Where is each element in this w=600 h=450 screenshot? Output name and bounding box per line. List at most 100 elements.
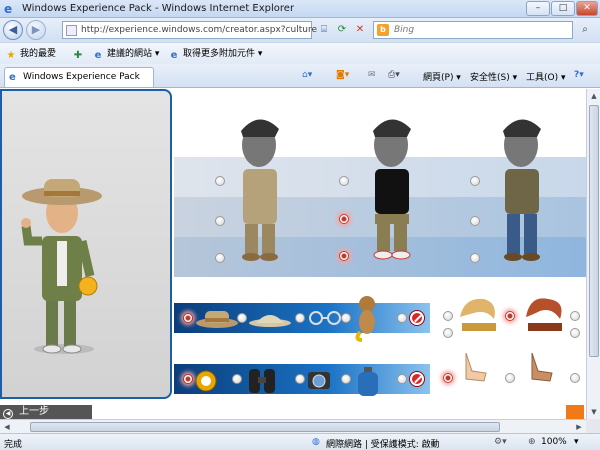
binoculars-icon[interactable] bbox=[246, 365, 280, 397]
page-content: ◀ 上一步 bbox=[0, 89, 586, 419]
tools-menu[interactable]: 工具(O) ▾ bbox=[526, 70, 566, 83]
hat-radio-none[interactable] bbox=[397, 313, 407, 323]
item-radio-none[interactable] bbox=[397, 374, 407, 384]
search-box[interactable]: b Bing bbox=[373, 21, 573, 39]
light-skin-hand-icon[interactable] bbox=[460, 349, 490, 385]
security-zone[interactable]: 網際網路 | 受保護模式: 啟動 bbox=[326, 437, 440, 450]
address-bar[interactable]: http://experience.windows.com/creator.as… bbox=[62, 21, 317, 39]
zone-settings-icon[interactable]: ⚙▾ bbox=[494, 437, 507, 447]
skin-radio-light-selected[interactable] bbox=[443, 373, 453, 383]
goggles-icon[interactable] bbox=[305, 311, 345, 325]
outfit-safari bbox=[241, 119, 279, 261]
scroll-up-icon[interactable]: ▲ bbox=[587, 89, 600, 103]
hat-radio-monkey[interactable] bbox=[341, 313, 351, 323]
scroll-left-icon[interactable]: ◀ bbox=[0, 420, 14, 434]
print-icon[interactable]: ⎙▾ bbox=[388, 70, 400, 80]
safari-hat-icon[interactable] bbox=[195, 307, 240, 329]
outfit-options[interactable] bbox=[225, 109, 555, 269]
skin-radio-other[interactable] bbox=[570, 373, 580, 383]
stop-icon[interactable]: ✕ bbox=[352, 22, 368, 38]
status-bar: 完成 ◍ 網際網路 | 受保護模式: 啟動 ⚙▾ ⊕ 100% ▾ bbox=[0, 433, 600, 450]
ie-page-icon: e bbox=[94, 50, 102, 61]
blonde-hair-icon[interactable] bbox=[456, 293, 500, 333]
suggested-sites-link[interactable]: e 建議的網站 ▾ bbox=[92, 47, 160, 61]
skin-radio-medium[interactable] bbox=[505, 373, 515, 383]
forward-icon[interactable]: ▶ bbox=[26, 20, 46, 40]
hair-radio-other-2[interactable] bbox=[570, 328, 580, 338]
auburn-hair-icon[interactable] bbox=[522, 293, 566, 333]
compass-icon[interactable] bbox=[193, 367, 219, 395]
hat-radio-safari-selected[interactable] bbox=[183, 313, 193, 323]
zoom-level[interactable]: 100% bbox=[541, 437, 567, 447]
vertical-scrollbar[interactable]: ▲ ▼ bbox=[586, 89, 600, 419]
hat-radio-goggles[interactable] bbox=[295, 313, 305, 323]
scroll-right-icon[interactable]: ▶ bbox=[572, 420, 586, 434]
help-menu[interactable]: ?▾ bbox=[574, 70, 584, 80]
scroll-down-icon[interactable]: ▼ bbox=[587, 405, 600, 419]
outfit-radio-1-mid[interactable] bbox=[215, 216, 225, 226]
hair-radio-blonde-2[interactable] bbox=[443, 328, 453, 338]
hair-radio-blonde[interactable] bbox=[443, 311, 453, 321]
outfit-radio-3-mid[interactable] bbox=[470, 216, 480, 226]
maximize-button[interactable]: □ bbox=[551, 1, 575, 16]
search-icon[interactable]: ⌕ bbox=[577, 22, 593, 38]
outfit-radio-3-bottom[interactable] bbox=[470, 253, 480, 263]
status-text: 完成 bbox=[4, 440, 23, 450]
pith-helmet-icon[interactable] bbox=[248, 307, 293, 329]
camera-icon[interactable] bbox=[306, 367, 332, 393]
favorites-label: 我的最愛 bbox=[20, 49, 57, 59]
tab-label: Windows Experience Pack bbox=[23, 72, 140, 82]
outfit-radio-1-top[interactable] bbox=[215, 176, 225, 186]
add-favorites-icon[interactable]: ✚ bbox=[72, 47, 87, 61]
outfit-camo bbox=[503, 119, 541, 261]
ie-window: e Windows Experience Pack - Windows Inte… bbox=[0, 0, 600, 450]
canteen-icon[interactable] bbox=[356, 367, 380, 397]
refresh-icon[interactable]: ⟳ bbox=[334, 22, 350, 38]
tab-windows-experience-pack[interactable]: e Windows Experience Pack bbox=[4, 67, 154, 87]
outfit-radio-2-bottom-selected[interactable] bbox=[339, 251, 349, 261]
monkey-icon[interactable] bbox=[352, 292, 382, 342]
close-button[interactable]: ✕ bbox=[576, 1, 598, 16]
item-radio-binoculars[interactable] bbox=[232, 374, 242, 384]
search-placeholder: Bing bbox=[394, 25, 415, 35]
horizontal-scroll-thumb[interactable] bbox=[30, 422, 500, 432]
bing-icon: b bbox=[377, 24, 389, 36]
ie-logo-icon: e bbox=[4, 2, 13, 16]
favorites-bar: ★ 我的最愛 ✚ e 建議的網站 ▾ e 取得更多附加元件 ▾ bbox=[0, 42, 600, 64]
no-item-icon[interactable] bbox=[410, 372, 424, 386]
vertical-scroll-thumb[interactable] bbox=[589, 105, 599, 357]
scroll-corner bbox=[586, 419, 600, 433]
home-icon[interactable]: ⌂▾ bbox=[302, 70, 312, 80]
compat-view-icon[interactable]: ⌸ bbox=[316, 22, 332, 38]
item-radio-canteen[interactable] bbox=[341, 374, 351, 384]
zoom-icon: ⊕ bbox=[528, 437, 536, 447]
page-icon bbox=[66, 25, 77, 36]
page-menu[interactable]: 網頁(P) ▾ bbox=[423, 70, 461, 83]
outfit-radio-2-mid-selected[interactable] bbox=[339, 214, 349, 224]
avatar-preview-panel bbox=[0, 89, 172, 399]
outfit-radio-1-bottom[interactable] bbox=[215, 253, 225, 263]
hair-radio-other[interactable] bbox=[570, 311, 580, 321]
addons-label: 取得更多附加元件 ▾ bbox=[183, 49, 263, 59]
previous-step-button[interactable]: ◀ 上一步 bbox=[0, 405, 92, 419]
outfit-radio-2-top[interactable] bbox=[339, 176, 349, 186]
minimize-button[interactable]: – bbox=[526, 1, 550, 16]
favorites-button[interactable]: ★ 我的最愛 bbox=[5, 47, 57, 61]
next-step-button[interactable] bbox=[566, 405, 584, 419]
item-radio-camera[interactable] bbox=[295, 374, 305, 384]
medium-skin-hand-icon[interactable] bbox=[526, 349, 556, 385]
hair-radio-auburn-selected[interactable] bbox=[505, 311, 515, 321]
no-hat-icon[interactable] bbox=[410, 311, 424, 325]
feeds-icon[interactable]: ◙▾ bbox=[336, 70, 349, 80]
zoom-dropdown-icon[interactable]: ▾ bbox=[574, 437, 579, 447]
safety-menu[interactable]: 安全性(S) ▾ bbox=[470, 70, 517, 83]
item-radio-compass-selected[interactable] bbox=[183, 374, 193, 384]
hat-radio-pith[interactable] bbox=[237, 313, 247, 323]
tab-bar: e Windows Experience Pack ⌂▾ ◙▾ ✉ ⎙▾ 網頁(… bbox=[0, 64, 600, 88]
back-icon[interactable]: ◀ bbox=[3, 20, 23, 40]
outfit-radio-3-top[interactable] bbox=[470, 176, 480, 186]
addons-link[interactable]: e 取得更多附加元件 ▾ bbox=[168, 47, 263, 61]
back-arrow-icon: ◀ bbox=[3, 409, 13, 419]
mail-icon[interactable]: ✉ bbox=[368, 70, 376, 80]
horizontal-scrollbar[interactable]: ◀ ▶ bbox=[0, 419, 586, 433]
